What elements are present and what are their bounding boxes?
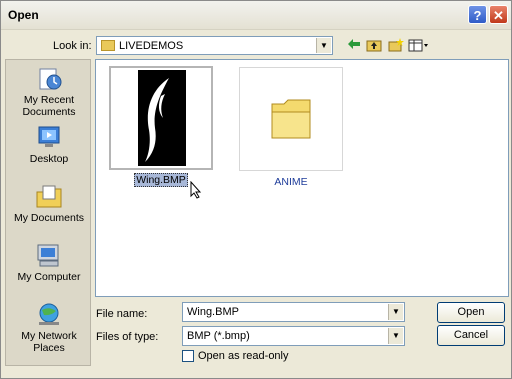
place-my-computer[interactable]: My Computer <box>6 243 92 283</box>
open-dialog: Open ? ✕ Look in: LIVEDEMOS ▼ My Recent … <box>0 0 512 379</box>
back-arrow-icon[interactable] <box>345 38 363 54</box>
file-name-label: File name: <box>96 308 148 320</box>
open-button[interactable]: Open <box>437 302 505 323</box>
chevron-down-icon[interactable]: ▼ <box>388 304 403 320</box>
cancel-button[interactable]: Cancel <box>437 325 505 346</box>
file-thumbnail-wing[interactable] <box>109 66 213 170</box>
file-name-anime[interactable]: ANIME <box>239 176 343 188</box>
place-label: My Network Places <box>21 330 77 354</box>
place-label: My Computer <box>17 271 81 283</box>
place-label: My Documents <box>13 212 85 224</box>
file-type-label: Files of type: <box>96 331 159 343</box>
place-desktop[interactable]: Desktop <box>6 125 92 165</box>
desktop-icon <box>34 125 64 151</box>
look-in-label: Look in: <box>53 40 92 52</box>
folder-icon <box>271 99 311 139</box>
close-button[interactable]: ✕ <box>489 5 508 24</box>
network-places-icon <box>34 302 64 328</box>
place-label: Desktop <box>29 153 69 165</box>
place-label: My Recent Documents <box>22 94 76 118</box>
window-title: Open <box>8 8 39 22</box>
recent-documents-icon <box>34 66 64 92</box>
title-bar: Open ? ✕ <box>1 1 511 30</box>
bitmap-thumbnail-icon <box>138 70 186 166</box>
place-my-documents[interactable]: My Documents <box>6 184 92 224</box>
places-bar: My Recent Documents Desktop My Documents… <box>5 59 91 366</box>
read-only-label: Open as read-only <box>198 350 289 362</box>
file-label: Wing.BMP <box>134 173 188 187</box>
mouse-cursor-icon <box>190 181 202 199</box>
look-in-value: LIVEDEMOS <box>119 40 184 52</box>
file-list[interactable]: Wing.BMP ANIME <box>95 59 509 297</box>
look-in-combo[interactable]: LIVEDEMOS ▼ <box>96 36 333 55</box>
file-type-select[interactable]: BMP (*.bmp) ▼ <box>182 326 405 346</box>
up-folder-icon[interactable] <box>365 38 383 54</box>
chevron-down-icon[interactable]: ▼ <box>388 328 403 344</box>
read-only-checkbox[interactable] <box>182 350 194 362</box>
my-documents-icon <box>34 184 64 210</box>
new-folder-icon[interactable] <box>387 38 405 54</box>
folder-icon <box>101 40 115 51</box>
my-computer-icon <box>34 243 64 269</box>
file-name-value: Wing.BMP <box>187 306 239 318</box>
file-type-value: BMP (*.bmp) <box>187 330 250 342</box>
views-menu-icon[interactable] <box>408 38 430 54</box>
chevron-down-icon[interactable]: ▼ <box>316 38 331 53</box>
file-name-input[interactable]: Wing.BMP ▼ <box>182 302 405 322</box>
help-button[interactable]: ? <box>468 5 487 24</box>
place-recent-documents[interactable]: My Recent Documents <box>6 66 92 118</box>
place-network[interactable]: My Network Places <box>6 302 92 354</box>
folder-thumbnail-anime[interactable] <box>239 67 343 171</box>
